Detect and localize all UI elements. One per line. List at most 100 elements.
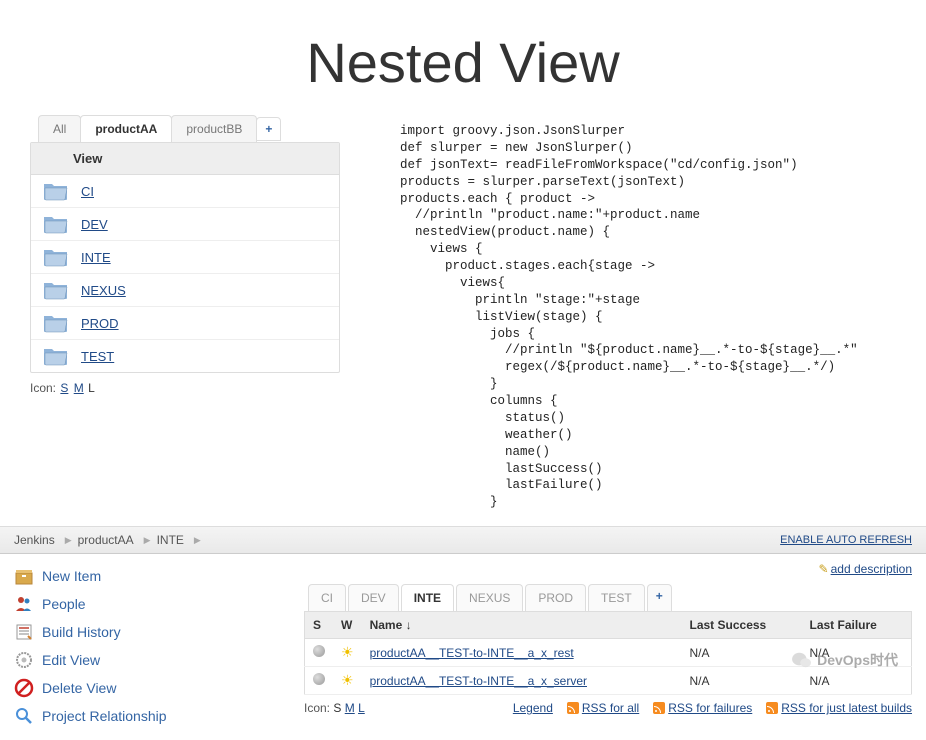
icon-label: Icon: [304, 701, 330, 715]
crumb-product[interactable]: productAA [78, 533, 134, 547]
people-label: People [42, 596, 86, 612]
size-l[interactable]: L [358, 701, 365, 715]
size-l[interactable]: L [88, 381, 95, 395]
code-snippet: import groovy.json.JsonSlurper def slurp… [400, 115, 896, 511]
edit-view[interactable]: Edit View [14, 646, 294, 674]
status-ball-icon [313, 645, 325, 657]
tab-add[interactable]: + [256, 117, 281, 141]
size-s[interactable]: S [333, 701, 341, 715]
crumb-jenkins[interactable]: Jenkins [14, 533, 55, 547]
status-ball-icon [313, 673, 325, 685]
table-footer: Icon: S M L Legend RSS for all RSS for f… [304, 701, 912, 715]
last-success-cell: N/A [682, 639, 802, 667]
main-panel: ✎add description CIDEVINTENEXUSPRODTEST+… [304, 562, 912, 730]
subtab-dev[interactable]: DEV [348, 584, 399, 611]
rss-icon [653, 702, 665, 714]
delete-view[interactable]: Delete View [14, 674, 294, 702]
view-row[interactable]: INTE [31, 241, 339, 274]
add-description[interactable]: ✎add description [304, 562, 912, 576]
view-table: View CI DEV INTE NEXUS PROD TEST [30, 142, 340, 373]
table-row: ☀ productAA__TEST-to-INTE__a_x_server N/AN… [305, 667, 912, 695]
last-failure-cell: N/A [802, 667, 912, 695]
col-status[interactable]: S [305, 612, 334, 639]
weather-cell: ☀ [333, 667, 362, 695]
folder-icon [43, 346, 69, 366]
history-label: Build History [42, 624, 121, 640]
job-link[interactable]: productAA__TEST-to-INTE__a_x_rest [370, 646, 574, 660]
rss-icon [567, 702, 579, 714]
chevron-icon: ▶ [65, 535, 72, 546]
col-last-success[interactable]: Last Success [682, 612, 802, 639]
view-row[interactable]: DEV [31, 208, 339, 241]
view-link[interactable]: TEST [81, 349, 114, 364]
view-link[interactable]: CI [81, 184, 94, 199]
wechat-icon [791, 651, 813, 669]
icon-label: Icon: [30, 381, 56, 395]
tab-productbb[interactable]: productBB [171, 115, 257, 142]
view-link[interactable]: INTE [81, 250, 111, 265]
subtab-nexus[interactable]: NEXUS [456, 584, 523, 611]
project-relationship[interactable]: Project Relationship [14, 702, 294, 730]
size-s[interactable]: S [60, 381, 68, 395]
job-link[interactable]: productAA__TEST-to-INTE__a_x_server [370, 674, 587, 688]
subtab-ci[interactable]: CI [308, 584, 346, 611]
view-link[interactable]: PROD [81, 316, 119, 331]
view-row[interactable]: PROD [31, 307, 339, 340]
history-icon [14, 622, 34, 642]
weather-cell: ☀ [333, 639, 362, 667]
size-m[interactable]: M [345, 701, 355, 715]
people[interactable]: People [14, 590, 294, 618]
build-history[interactable]: Build History [14, 618, 294, 646]
pencil-icon: ✎ [819, 562, 829, 576]
folder-icon [43, 214, 69, 234]
size-m[interactable]: M [74, 381, 84, 395]
rss-icon [766, 702, 778, 714]
folder-icon [43, 181, 69, 201]
views-panel: All productAA productBB + View CI DEV INTE… [30, 115, 340, 511]
crumb-inte[interactable]: INTE [157, 533, 184, 547]
stage-tabs: CIDEVINTENEXUSPRODTEST+ [308, 584, 912, 611]
status-cell [305, 667, 334, 695]
col-name[interactable]: Name ↓ [362, 612, 682, 639]
view-link[interactable]: NEXUS [81, 283, 126, 298]
folder-icon [43, 247, 69, 267]
new-item-label: New Item [42, 568, 101, 584]
gear-icon [14, 650, 34, 670]
icon-size-picker: Icon: S M L [30, 381, 340, 395]
col-last-failure[interactable]: Last Failure [802, 612, 912, 639]
view-link[interactable]: DEV [81, 217, 108, 232]
people-icon [14, 594, 34, 614]
col-weather[interactable]: W [333, 612, 362, 639]
rss-latest[interactable]: RSS for just latest builds [781, 701, 912, 715]
status-cell [305, 639, 334, 667]
breadcrumb-bar: Jenkins ▶ productAA ▶ INTE ▶ ENABLE AUTO… [0, 526, 926, 554]
last-success-cell: N/A [682, 667, 802, 695]
view-header: View [31, 143, 339, 175]
tab-all[interactable]: All [38, 115, 81, 142]
rel-label: Project Relationship [42, 708, 167, 724]
watermark: DevOps时代 [791, 650, 898, 670]
view-row[interactable]: TEST [31, 340, 339, 372]
view-tabs: All productAA productBB + [38, 115, 340, 142]
folder-icon [43, 280, 69, 300]
tab-productaa[interactable]: productAA [80, 115, 172, 142]
sun-icon: ☀ [341, 672, 354, 688]
subtab-add[interactable]: + [647, 584, 672, 611]
name-cell: productAA__TEST-to-INTE__a_x_server [362, 667, 682, 695]
rss-all[interactable]: RSS for all [582, 701, 639, 715]
edit-label: Edit View [42, 652, 100, 668]
legend-link[interactable]: Legend [513, 701, 553, 715]
sidebar: New Item People Build History Edit View … [14, 562, 294, 730]
subtab-prod[interactable]: PROD [525, 584, 586, 611]
rss-failures[interactable]: RSS for failures [668, 701, 752, 715]
enable-auto-refresh[interactable]: ENABLE AUTO REFRESH [780, 534, 912, 546]
chevron-icon: ▶ [194, 535, 201, 546]
subtab-test[interactable]: TEST [588, 584, 645, 611]
view-row[interactable]: NEXUS [31, 274, 339, 307]
view-row[interactable]: CI [31, 175, 339, 208]
folder-icon [43, 313, 69, 333]
new-item[interactable]: New Item [14, 562, 294, 590]
subtab-inte[interactable]: INTE [401, 584, 454, 611]
name-cell: productAA__TEST-to-INTE__a_x_rest [362, 639, 682, 667]
delete-icon [14, 678, 34, 698]
